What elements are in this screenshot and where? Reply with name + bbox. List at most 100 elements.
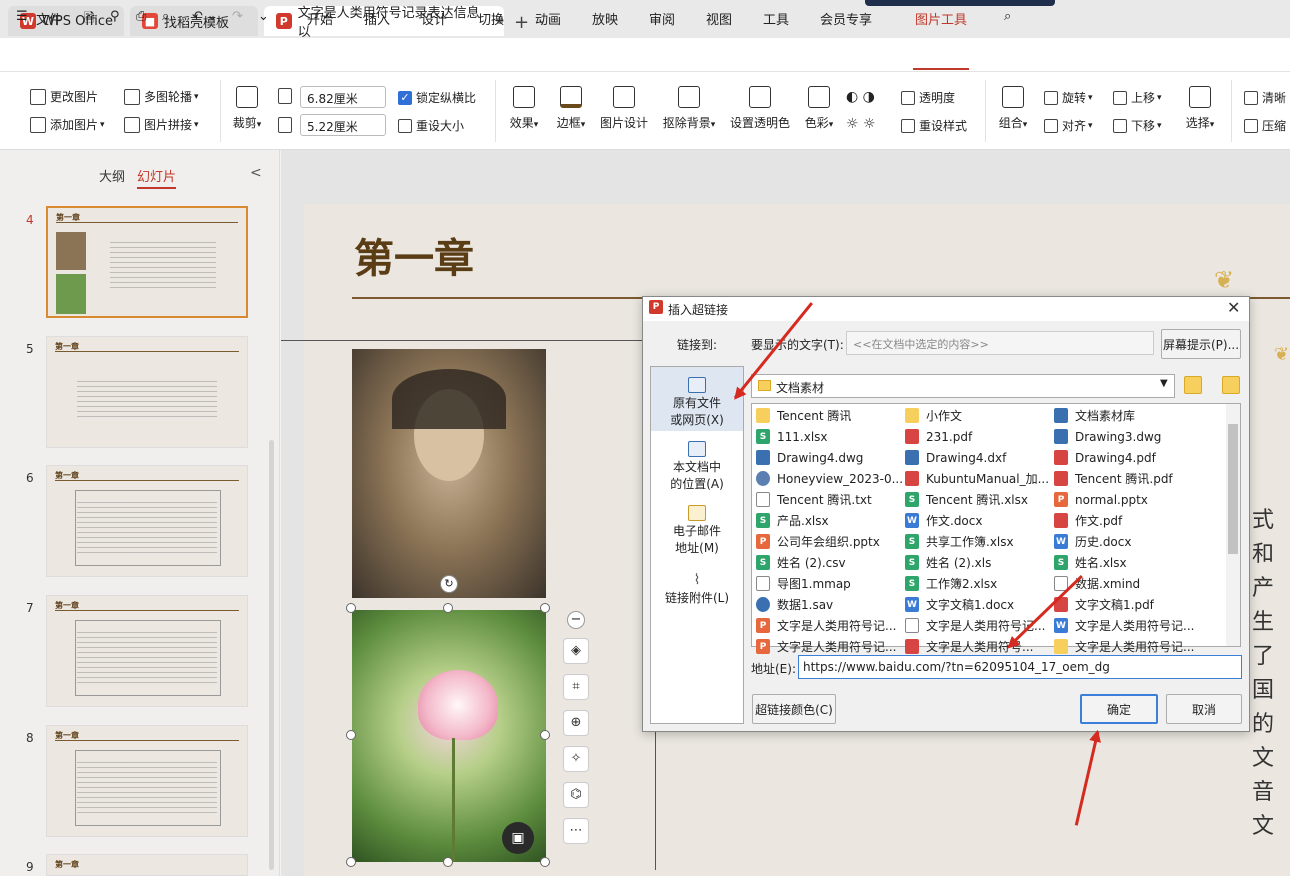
- magic-wand-icon[interactable]: ✧: [563, 746, 589, 772]
- move-up-button[interactable]: 上移 ▾: [1113, 89, 1162, 106]
- list-item[interactable]: Honeyview_2023-0...: [756, 468, 902, 489]
- resize-handle[interactable]: [443, 603, 453, 613]
- reset-size-button[interactable]: 重设大小: [398, 117, 464, 134]
- list-item[interactable]: 231.pdf: [905, 426, 1051, 447]
- zoom-icon[interactable]: ⊕: [563, 710, 589, 736]
- multi-carousel-button[interactable]: 多图轮播 ▾: [124, 88, 199, 105]
- folder-open-icon[interactable]: [1222, 376, 1240, 394]
- slide-thumbnail[interactable]: 第一章: [46, 595, 248, 707]
- list-item[interactable]: 导图1.mmap: [756, 573, 902, 594]
- list-item[interactable]: 文字是人类用符号记...: [1054, 636, 1222, 657]
- scrollbar-thumb[interactable]: [1228, 424, 1238, 554]
- reset-style-button[interactable]: 重设样式: [901, 117, 967, 134]
- list-item[interactable]: S 工作簿2.xlsx: [905, 573, 1051, 594]
- picture-design-button[interactable]: 图片设计: [598, 86, 650, 131]
- menu-insert[interactable]: 插入: [364, 9, 390, 28]
- list-item[interactable]: W 历史.docx: [1054, 531, 1222, 552]
- cancel-button[interactable]: 取消: [1166, 694, 1242, 724]
- crop-icon[interactable]: ⌗: [563, 674, 589, 700]
- link-option-attachment[interactable]: ⌇ 链接附件(L): [651, 572, 743, 607]
- resize-handle[interactable]: [443, 857, 453, 867]
- menu-animation[interactable]: 动画: [535, 9, 561, 28]
- display-text-input[interactable]: <<在文档中选定的内容>>: [846, 331, 1154, 355]
- pen-icon[interactable]: ⚲: [110, 9, 120, 24]
- slide-title[interactable]: 第一章: [354, 226, 474, 284]
- list-item[interactable]: W 文字文稿1.docx: [905, 594, 1051, 615]
- menu-view[interactable]: 视图: [706, 9, 732, 28]
- folder-select[interactable]: 文档素材: [751, 374, 1175, 398]
- menu-tools[interactable]: 工具: [763, 9, 789, 28]
- list-item[interactable]: Drawing4.pdf: [1054, 447, 1222, 468]
- border-button[interactable]: 边框▾: [552, 86, 590, 131]
- search-icon[interactable]: ⌕: [1004, 9, 1011, 24]
- lock-ratio-checkbox[interactable]: ✓ 锁定纵横比: [398, 89, 476, 106]
- list-item[interactable]: 作文.pdf: [1054, 510, 1222, 531]
- brightness-contrast-icons[interactable]: ◐ ◑: [846, 89, 875, 105]
- change-picture-button[interactable]: 更改图片: [30, 88, 98, 105]
- slide-thumbnail[interactable]: 第一章: [46, 725, 248, 837]
- compress-button[interactable]: 压缩: [1244, 117, 1286, 134]
- list-item[interactable]: S 111.xlsx: [756, 426, 902, 447]
- transparency-button[interactable]: 透明度: [901, 89, 955, 106]
- list-item[interactable]: Drawing4.dwg: [756, 447, 902, 468]
- resize-handle[interactable]: [540, 730, 550, 740]
- list-item[interactable]: S 姓名.xlsx: [1054, 552, 1222, 573]
- list-item[interactable]: S 共享工作簿.xlsx: [905, 531, 1051, 552]
- redo-icon[interactable]: ↷: [232, 9, 243, 24]
- slide-thumbnail[interactable]: 第一章: [46, 336, 248, 448]
- slide-thumbnail[interactable]: 第一章: [46, 854, 248, 876]
- add-picture-button[interactable]: 添加图片 ▾: [30, 116, 105, 133]
- color-button[interactable]: 色彩▾: [800, 86, 838, 131]
- list-item[interactable]: Drawing4.dxf: [905, 447, 1051, 468]
- width-input[interactable]: 6.82厘米: [300, 86, 386, 108]
- set-transparent-color-button[interactable]: 设置透明色: [728, 86, 792, 131]
- effects-button[interactable]: 效果▾: [505, 86, 543, 131]
- screen-tip-button[interactable]: 屏幕提示(P)...: [1161, 329, 1241, 359]
- resize-handle[interactable]: [540, 603, 550, 613]
- undo-icon[interactable]: ↶ ⌄: [192, 9, 218, 24]
- menu-file[interactable]: 文件: [36, 9, 62, 28]
- slide-thumbnail[interactable]: 第一章: [46, 465, 248, 577]
- close-icon[interactable]: ✕: [1227, 298, 1240, 317]
- list-item[interactable]: P 文字是人类用符号记...: [756, 636, 902, 657]
- save-icon[interactable]: 🗎: [84, 9, 94, 31]
- collapse-panel-icon[interactable]: <: [250, 165, 262, 181]
- list-item[interactable]: 小作文: [905, 405, 1051, 426]
- hyperlink-color-button[interactable]: 超链接颜色(C): [752, 694, 836, 724]
- print-icon[interactable]: ⎙: [136, 9, 146, 24]
- hamburger-icon[interactable]: ☰: [16, 9, 28, 24]
- sun-icons[interactable]: ☼ ☼: [846, 116, 876, 132]
- more-options-icon[interactable]: ⋯: [563, 818, 589, 844]
- list-item[interactable]: P 公司年会组织.pptx: [756, 531, 902, 552]
- panel-scrollbar[interactable]: [269, 440, 274, 870]
- new-tab-button[interactable]: +: [514, 12, 529, 33]
- tab-outline[interactable]: 大纲: [99, 166, 125, 185]
- move-down-button[interactable]: 下移 ▾: [1113, 117, 1162, 134]
- rotate-handle-icon[interactable]: ↻: [440, 575, 458, 593]
- list-item[interactable]: Tencent 腾讯: [756, 405, 902, 426]
- link-option-existing-file[interactable]: 原有文件 或网页(X): [651, 377, 743, 429]
- more-chevron-icon[interactable]: ⌄: [258, 9, 269, 24]
- tab-slides[interactable]: 幻灯片: [137, 166, 177, 189]
- slide-body-text[interactable]: 式和 产生 了国 的文 音文: [1252, 504, 1290, 844]
- address-input[interactable]: https://www.baidu.com/?tn=62095104_17_oe…: [798, 655, 1242, 679]
- list-item[interactable]: S 姓名 (2).xls: [905, 552, 1051, 573]
- link-option-this-document[interactable]: 本文档中 的位置(A): [651, 441, 743, 493]
- list-item[interactable]: Pnormal.pptx: [1054, 489, 1222, 510]
- slide-thumbnail[interactable]: 第一章: [46, 206, 248, 318]
- list-item[interactable]: Tencent 腾讯.pdf: [1054, 468, 1222, 489]
- menu-slideshow[interactable]: 放映: [592, 9, 618, 28]
- list-item[interactable]: 数据1.sav: [756, 594, 902, 615]
- portrait-image[interactable]: [352, 349, 546, 598]
- collapse-toolbar-icon[interactable]: −: [567, 611, 585, 629]
- crop-button[interactable]: 裁剪▾: [230, 86, 264, 131]
- list-item[interactable]: W 作文.docx: [905, 510, 1051, 531]
- menu-transition[interactable]: 切换: [478, 9, 504, 28]
- list-item[interactable]: Drawing3.dwg: [1054, 426, 1222, 447]
- align-button[interactable]: 对齐 ▾: [1044, 117, 1093, 134]
- select-button[interactable]: 选择▾: [1180, 86, 1220, 131]
- resize-handle[interactable]: [346, 603, 356, 613]
- rotate-button[interactable]: 旋转 ▾: [1044, 89, 1093, 106]
- picture-stitch-button[interactable]: 图片拼接 ▾: [124, 116, 199, 133]
- menu-review[interactable]: 审阅: [649, 9, 675, 28]
